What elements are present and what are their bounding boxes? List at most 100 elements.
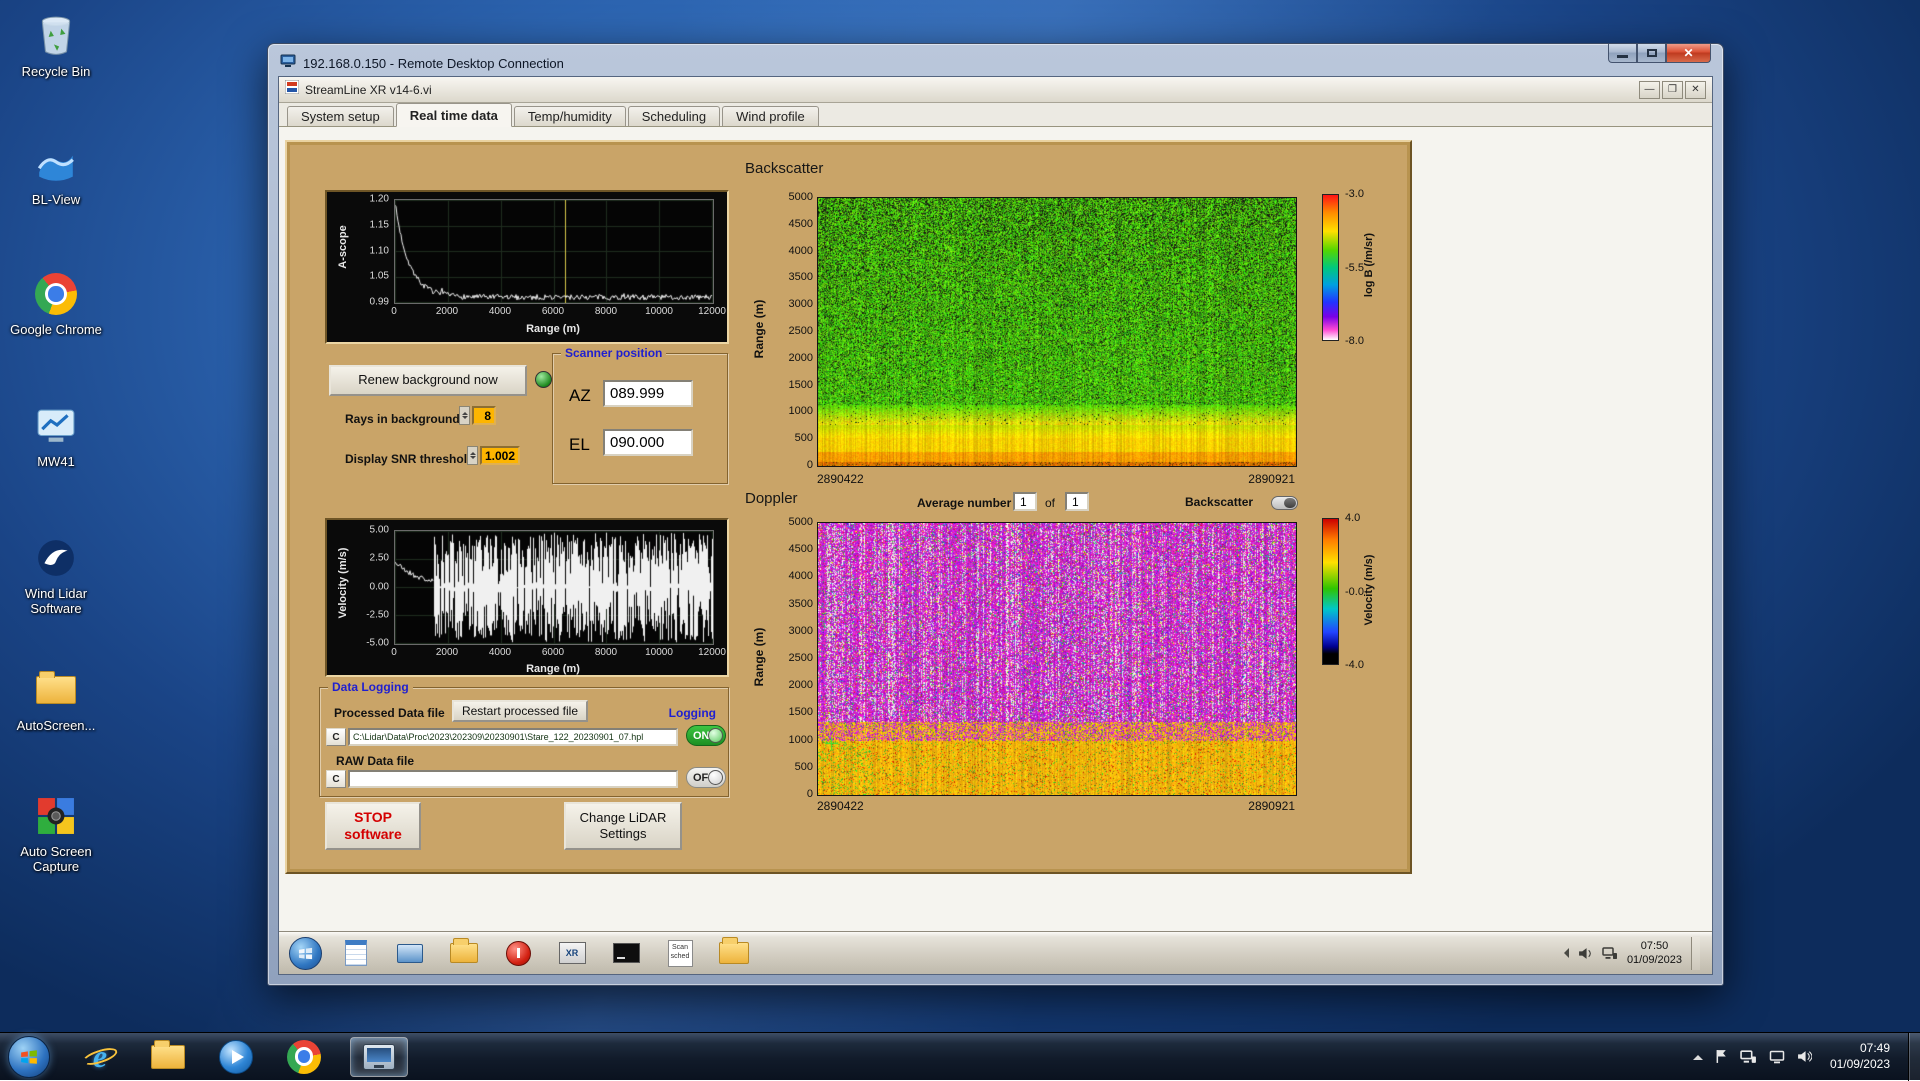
remote-taskbar-notepad-icon[interactable] [336,936,376,970]
tick-label: 1000 [789,405,813,417]
snr-spinner[interactable] [467,446,478,465]
tick-label: 1.10 [370,245,389,256]
rays-spinner[interactable] [459,406,470,425]
snr-value[interactable]: 1.002 [480,446,520,465]
tab-page: A-scope 1.201.151.101.050.99 02000400060… [279,127,1712,931]
tab-system-setup[interactable]: System setup [287,106,394,126]
tick-label: 4500 [789,218,813,230]
change-lidar-settings-button[interactable]: Change LiDAR Settings [564,802,682,850]
volume-icon[interactable] [1797,1050,1812,1063]
renew-background-button[interactable]: Renew background now [329,365,527,396]
tick-label: 6000 [542,647,564,658]
backscatter-doppler-switch[interactable] [1271,496,1298,510]
remote-start-button[interactable] [289,937,322,970]
folder-icon [8,664,104,716]
desktop-icon-recycle-bin[interactable]: Recycle Bin [8,10,104,80]
remote-taskbar-power-icon[interactable] [498,936,538,970]
start-button[interactable] [8,1036,50,1078]
el-value-field[interactable]: 090.000 [603,429,693,456]
doppler-canvas[interactable] [817,522,1297,796]
rays-value[interactable]: 8 [472,406,496,425]
tick-label: 2000 [789,679,813,691]
desktop-icon-mw41[interactable]: MW41 [8,400,104,470]
remote-hidden-icons-chevron[interactable] [1559,948,1569,958]
desktop-icon-wind-lidar[interactable]: Wind Lidar Software [8,532,104,617]
ascope-plot[interactable] [394,199,714,304]
scanner-position-group: Scanner position AZ 089.999 EL 090.000 [552,353,728,484]
ascope-y-axis: 1.201.151.101.050.99 [347,199,389,302]
network-icon[interactable] [1740,1050,1757,1064]
velocity-x-axis-label: Range (m) [394,663,712,675]
raw-path-browse-button[interactable]: C [326,770,346,788]
restart-processed-file-button[interactable]: Restart processed file [452,700,588,722]
minimize-button[interactable] [1608,44,1637,63]
tab-scheduling[interactable]: Scheduling [628,106,720,126]
average-count-field[interactable]: 1 [1065,492,1089,511]
tick-label: 5000 [789,191,813,203]
hidden-icons-chevron[interactable] [1693,1050,1703,1060]
remote-taskbar-cmd-icon[interactable] [606,936,646,970]
app-minimize-button[interactable]: — [1639,81,1660,99]
az-value-field[interactable]: 089.999 [603,380,693,407]
desktop-wallpaper: Recycle Bin BL-View Google Chrome MW41 W… [0,0,1920,1080]
maximize-button[interactable] [1637,44,1666,63]
action-center-flag-icon[interactable] [1715,1049,1728,1064]
ascope-chart: A-scope 1.201.151.101.050.99 02000400060… [325,190,729,344]
taskbar-button-media-player[interactable] [214,1037,258,1077]
tick-label: 5000 [789,516,813,528]
desktop-icon-label: BL-View [8,193,104,208]
remote-taskbar-scan-sched-icon[interactable]: Scansched [660,936,700,970]
tick-label: 0 [391,647,397,658]
media-player-icon [219,1040,253,1074]
desktop-icon-label: Auto Screen Capture [8,845,104,875]
tick-label: -8.0 [1345,335,1364,347]
backscatter-colorbar [1322,194,1339,341]
remote-taskbar-streamline-xr-icon[interactable]: XR [552,936,592,970]
tab-wind-profile[interactable]: Wind profile [722,106,819,126]
remote-taskbar-app-icon[interactable] [390,936,430,970]
processed-logging-toggle[interactable]: ON [686,725,726,746]
desktop-icon-auto-screen-capture[interactable]: Auto Screen Capture [8,790,104,875]
show-desktop-button[interactable] [1908,1033,1920,1081]
average-number-field[interactable]: 1 [1013,492,1037,511]
rdp-titlebar[interactable]: 192.168.0.150 - Remote Desktop Connectio… [268,44,1723,76]
velocity-plot[interactable] [394,530,714,645]
tab-real-time-data[interactable]: Real time data [396,103,512,127]
app-restore-button[interactable]: ❐ [1662,81,1683,99]
tick-label: 0 [807,459,813,471]
raw-logging-toggle[interactable]: OFF [686,767,726,788]
windows-flag-icon [20,1048,38,1066]
processed-path-browse-button[interactable]: C [326,728,346,746]
tick-label: -4.0 [1345,659,1364,671]
desktop-icon-chrome[interactable]: Google Chrome [8,268,104,338]
stop-software-button[interactable]: STOP software [325,802,421,850]
tick-label: 0.99 [370,297,389,308]
display-icon[interactable] [1769,1050,1785,1064]
desktop-icon-autoscreen[interactable]: AutoScreen... [8,664,104,734]
remote-volume-icon[interactable] [1578,947,1593,960]
taskbar-button-internet-explorer[interactable]: e [78,1037,122,1077]
taskbar-clock[interactable]: 07:49 01/09/2023 [1830,1041,1890,1072]
desktop-icon-bl-view[interactable]: BL-View [8,138,104,208]
processed-path-field[interactable]: C:\Lidar\Data\Proc\2023\202309\20230901\… [348,728,678,746]
remote-show-desktop-button[interactable] [1691,937,1700,970]
backscatter-canvas[interactable] [817,197,1297,467]
tick-label: 4.0 [1345,512,1360,524]
remote-taskbar-autoscreen-icon[interactable] [444,936,484,970]
raw-path-field[interactable] [348,770,678,788]
app-titlebar[interactable]: StreamLine XR v14-6.vi — ❐ ✕ [279,77,1712,103]
taskbar-button-explorer[interactable] [146,1037,190,1077]
remote-taskbar-folder-icon[interactable] [714,936,754,970]
app-close-button[interactable]: ✕ [1685,81,1706,99]
tab-temp-humidity[interactable]: Temp/humidity [514,106,626,126]
background-led-indicator[interactable] [535,371,552,388]
remote-clock[interactable]: 07:50 01/09/2023 [1627,939,1682,968]
system-tray: 07:49 01/09/2023 [1693,1033,1920,1081]
remote-network-icon[interactable] [1602,947,1618,960]
taskbar-button-chrome[interactable] [282,1037,326,1077]
close-button[interactable]: ✕ [1666,44,1711,63]
change-line2: Settings [600,826,647,842]
snr-threshold-label: Display SNR threshold [345,452,474,466]
taskbar-button-remote-desktop[interactable] [350,1037,408,1077]
tick-label: -5.5 [1345,262,1364,274]
